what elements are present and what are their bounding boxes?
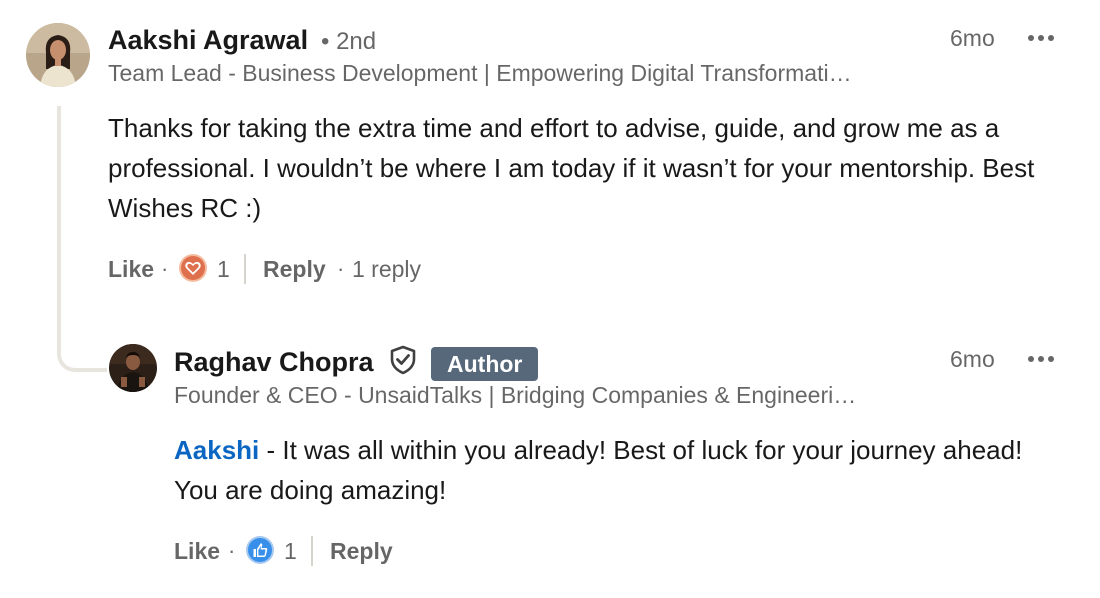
thread-connector [57,106,107,372]
reply-timestamp: 6mo [950,346,995,372]
more-options-icon[interactable] [1026,349,1056,369]
reply-text: Aakshi - It was all within you already! … [174,430,1054,510]
reply-author-name[interactable]: Raghav Chopra [174,347,374,378]
connection-degree: • 2nd [321,28,377,55]
actions-divider [311,536,313,566]
love-reaction-icon[interactable] [178,253,208,283]
separator-dot: · [161,256,169,281]
separator-dot: · [337,256,345,281]
reply-count-link[interactable]: 1 reply [352,256,421,283]
like-button[interactable]: Like [108,256,154,283]
reaction-count[interactable]: 1 [284,538,297,565]
comment-author-headline: Team Lead - Business Development | Empow… [108,60,852,86]
mention-link[interactable]: Aakshi [174,435,259,465]
more-options-icon[interactable] [1026,28,1056,48]
separator-dot: · [228,538,236,563]
avatar-aakshi[interactable] [26,23,90,87]
like-button[interactable]: Like [174,538,220,565]
avatar-raghav[interactable] [109,344,157,392]
reply-text-body: - It was all within you already! Best of… [174,435,1023,505]
reply-author-headline: Founder & CEO - UnsaidTalks | Bridging C… [174,382,857,408]
reply-button[interactable]: Reply [330,538,393,565]
comment-timestamp: 6mo [950,25,995,51]
reaction-count[interactable]: 1 [217,256,230,283]
like-reaction-icon[interactable] [245,535,275,565]
actions-divider [244,254,246,284]
comment-text: Thanks for taking the extra time and eff… [108,113,1035,223]
verified-shield-icon [388,345,418,375]
author-badge: Author [431,347,539,381]
comment-author-name[interactable]: Aakshi Agrawal [108,25,308,56]
reply-button[interactable]: Reply [263,256,326,283]
